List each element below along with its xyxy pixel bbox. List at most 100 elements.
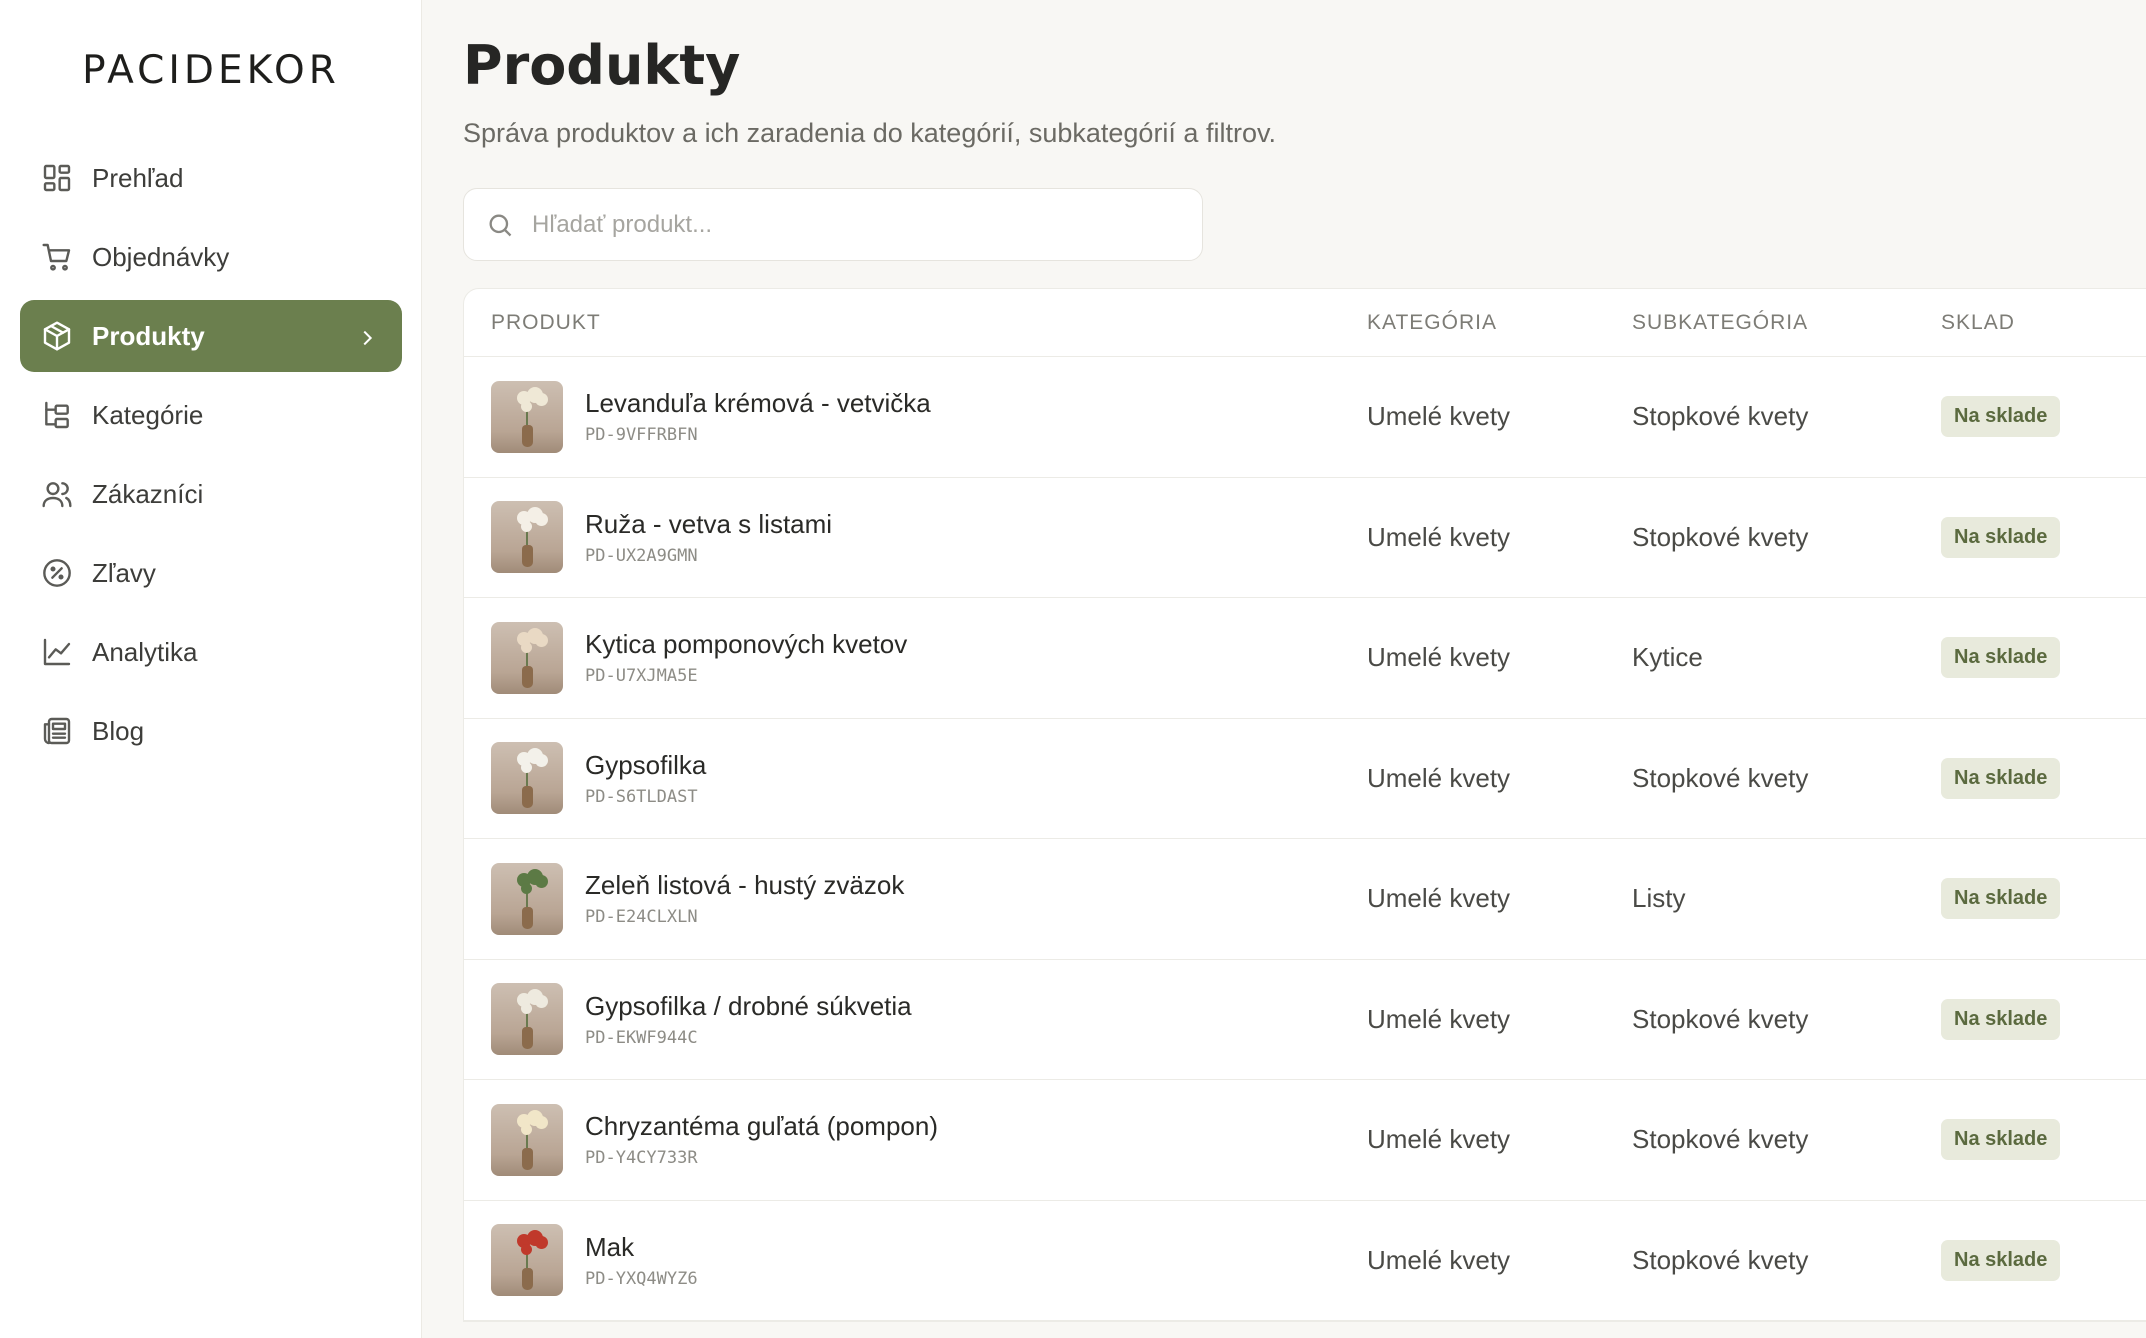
brand-logo[interactable]: PACIDEKOR (0, 48, 422, 93)
sidebar-item-analytika[interactable]: Analytika (20, 616, 402, 688)
chevron-right-icon (356, 325, 378, 347)
product-info: Chryzantéma guľatá (pompon) PD-Y4CY733R (585, 1111, 938, 1168)
newspaper-icon (40, 714, 74, 748)
sidebar-item-label: Objednávky (92, 241, 230, 272)
product-category: Umelé kvety (1367, 883, 1511, 914)
product-info: Levanduľa krémová - vetvička PD-9VFFRBFN (585, 388, 931, 445)
product-thumbnail (491, 742, 563, 815)
product-name[interactable]: Mak (585, 1232, 698, 1263)
header-subcategory[interactable]: SUBKATEGÓRIA (1632, 311, 1941, 335)
product-name[interactable]: Chryzantéma guľatá (pompon) (585, 1111, 938, 1142)
table-row[interactable]: Kytica pomponových kvetov PD-U7XJMA5E Um… (464, 598, 2146, 719)
sidebar-nav: Prehľad Objednávky Produkty Kategórie Zá… (20, 142, 402, 774)
chart-line-icon (40, 635, 74, 669)
product-info: Zeleň listová - hustý zväzok PD-E24CLXLN (585, 870, 904, 927)
sidebar-item-label: Analytika (92, 636, 198, 667)
stock-cell: Na sklade (1941, 878, 2141, 920)
product-subcategory: Stopkové kvety (1632, 521, 1809, 552)
product-thumbnail (491, 862, 563, 935)
search-icon (489, 214, 512, 236)
product-thumbnail (491, 1103, 563, 1176)
product-name[interactable]: Kytica pomponových kvetov (585, 629, 907, 660)
page-subtitle: Správa produktov a ich zaradenia do kate… (463, 118, 1276, 148)
product-thumbnail (491, 1224, 563, 1297)
status-badge: Na sklade (1941, 637, 2061, 679)
product-sku: PD-U7XJMA5E (585, 666, 698, 687)
header-product[interactable]: PRODUKT (464, 311, 1367, 335)
product-subcategory: Listy (1632, 883, 1686, 914)
product-name[interactable]: Zeleň listová - hustý zväzok (585, 870, 904, 901)
product-name[interactable]: Gypsofilka (585, 750, 706, 781)
status-badge: Na sklade (1941, 1239, 2061, 1281)
box-icon (40, 319, 74, 353)
status-badge: Na sklade (1941, 1119, 2061, 1161)
table-row[interactable]: Gypsofilka / drobné súkvetia PD-EKWF944C… (464, 960, 2146, 1080)
table-body: Levanduľa krémová - vetvička PD-9VFFRBFN… (464, 357, 2146, 1321)
table-row[interactable]: Gypsofilka PD-S6TLDAST Umelé kvety Stopk… (464, 719, 2146, 839)
table-row[interactable]: Mak PD-YXQ4WYZ6 Umelé kvety Stopkové kve… (464, 1201, 2146, 1321)
product-subcategory: Stopkové kvety (1632, 401, 1809, 432)
stock-cell: Na sklade (1941, 1119, 2141, 1161)
stock-cell: Na sklade (1941, 757, 2141, 799)
product-subcategory: Stopkové kvety (1632, 1124, 1809, 1155)
sidebar-item-blog[interactable]: Blog (20, 695, 402, 767)
product-cell: Levanduľa krémová - vetvička PD-9VFFRBFN (464, 380, 1367, 453)
product-sku: PD-YXQ4WYZ6 (585, 1268, 698, 1289)
product-cell: Kytica pomponových kvetov PD-U7XJMA5E (464, 621, 1367, 694)
category-tree-icon (40, 398, 74, 432)
products-table: PRODUKT KATEGÓRIA SUBKATEGÓRIA SKLAD Lev… (463, 288, 2146, 1322)
product-cell: Gypsofilka PD-S6TLDAST (464, 742, 1367, 815)
table-row[interactable]: Zeleň listová - hustý zväzok PD-E24CLXLN… (464, 839, 2146, 960)
search-input[interactable] (532, 210, 1172, 239)
product-sku: PD-9VFFRBFN (585, 425, 698, 446)
status-badge: Na sklade (1941, 516, 2061, 558)
product-info: Mak PD-YXQ4WYZ6 (585, 1232, 698, 1289)
product-name[interactable]: Gypsofilka / drobné súkvetia (585, 991, 912, 1022)
product-subcategory: Stopkové kvety (1632, 762, 1809, 793)
product-info: Ruža - vetva s listami PD-UX2A9GMN (585, 509, 832, 566)
sidebar-item-objednavky[interactable]: Objednávky (20, 221, 402, 293)
sidebar: PACIDEKOR Prehľad Objednávky Produkty Ka… (0, 0, 422, 1338)
status-badge: Na sklade (1941, 396, 2061, 438)
product-sku: PD-S6TLDAST (585, 786, 698, 807)
stock-cell: Na sklade (1941, 998, 2141, 1040)
sidebar-item-label: Prehľad (92, 162, 184, 193)
product-subcategory: Kytice (1632, 642, 1703, 673)
sidebar-item-produkty[interactable]: Produkty (20, 300, 402, 372)
product-category: Umelé kvety (1367, 1244, 1511, 1275)
search-box[interactable] (463, 188, 1203, 261)
product-name[interactable]: Ruža - vetva s listami (585, 509, 832, 540)
sidebar-item-zlavy[interactable]: Zľavy (20, 537, 402, 609)
sidebar-item-label: Blog (92, 715, 145, 746)
product-cell: Chryzantéma guľatá (pompon) PD-Y4CY733R (464, 1103, 1367, 1176)
header-category[interactable]: KATEGÓRIA (1367, 311, 1632, 335)
table-row[interactable]: Levanduľa krémová - vetvička PD-9VFFRBFN… (464, 357, 2146, 478)
product-name[interactable]: Levanduľa krémová - vetvička (585, 388, 931, 419)
header-stock[interactable]: SKLAD (1941, 311, 2141, 335)
table-header: PRODUKT KATEGÓRIA SUBKATEGÓRIA SKLAD (464, 289, 2146, 357)
sidebar-item-label: Zľavy (92, 557, 156, 588)
sidebar-item-label: Produkty (92, 320, 205, 351)
sidebar-item-kategorie[interactable]: Kategórie (20, 379, 402, 451)
product-thumbnail (491, 983, 563, 1056)
sidebar-item-label: Kategórie (92, 399, 204, 430)
stock-cell: Na sklade (1941, 516, 2141, 558)
table-row[interactable]: Chryzantéma guľatá (pompon) PD-Y4CY733R … (464, 1080, 2146, 1201)
page-title: Produkty (463, 34, 741, 97)
sidebar-item-zakaznici[interactable]: Zákazníci (20, 458, 402, 530)
discount-icon (40, 556, 74, 590)
cart-icon (40, 240, 74, 274)
product-category: Umelé kvety (1367, 521, 1511, 552)
product-subcategory: Stopkové kvety (1632, 1244, 1809, 1275)
product-thumbnail (491, 501, 563, 574)
stock-cell: Na sklade (1941, 396, 2141, 438)
stock-cell: Na sklade (1941, 637, 2141, 679)
product-category: Umelé kvety (1367, 1124, 1511, 1155)
product-cell: Ruža - vetva s listami PD-UX2A9GMN (464, 501, 1367, 574)
sidebar-item-prehlad[interactable]: Prehľad (20, 142, 402, 214)
status-badge: Na sklade (1941, 998, 2061, 1040)
users-icon (40, 477, 74, 511)
status-badge: Na sklade (1941, 878, 2061, 920)
table-row[interactable]: Ruža - vetva s listami PD-UX2A9GMN Umelé… (464, 478, 2146, 598)
product-info: Gypsofilka PD-S6TLDAST (585, 750, 706, 807)
